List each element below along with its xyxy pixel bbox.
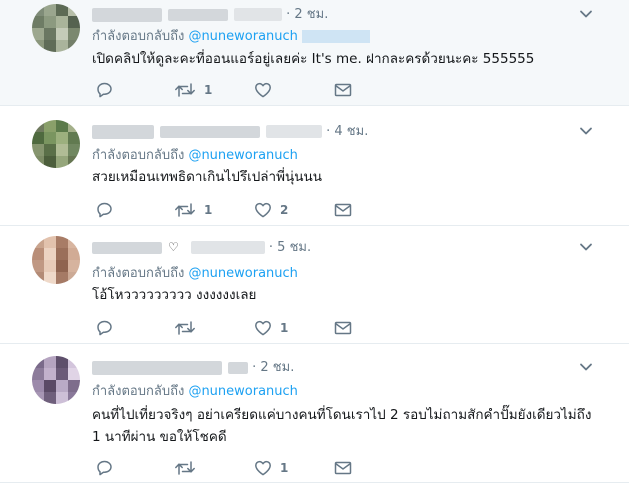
replying-to-label: กำลังตอบกลับถึง [92, 384, 185, 399]
heart-icon [254, 202, 272, 218]
heart-icon [254, 82, 272, 98]
replying-to-handle-link[interactable]: @nuneworanuch [188, 148, 297, 163]
tweet-time[interactable]: · 5 ชม. [269, 240, 311, 255]
retweet-count: 1 [204, 203, 213, 217]
direct-message-button[interactable] [334, 458, 352, 478]
retweet-button[interactable] [174, 458, 204, 478]
author-name-redacted[interactable] [92, 124, 154, 139]
tweet-time[interactable]: · 4 ชม. [326, 124, 368, 139]
envelope-icon [334, 461, 352, 475]
tweet-header: ♡ · 5 ชม. [92, 236, 311, 257]
like-count: 1 [280, 321, 289, 335]
envelope-icon [334, 203, 352, 217]
reply-button[interactable] [96, 80, 121, 100]
direct-message-button[interactable] [334, 318, 352, 338]
replying-to: กำลังตอบกลับถึง @nuneworanuch [92, 144, 298, 165]
reply-button[interactable] [96, 200, 121, 220]
reply-icon [96, 320, 113, 336]
replying-to-label: กำลังตอบกลับถึง [92, 148, 185, 163]
avatar[interactable] [32, 4, 80, 52]
author-name-redacted[interactable] [168, 8, 228, 21]
tweet-time[interactable]: · 2 ชม. [286, 7, 328, 22]
author-handle-redacted [266, 125, 322, 138]
retweet-count: 1 [204, 83, 213, 97]
retweet-button[interactable]: 1 [174, 80, 212, 100]
reply-button[interactable] [96, 458, 121, 478]
tweet-time[interactable]: · 2 ชม. [252, 360, 294, 375]
chevron-down-icon[interactable] [579, 123, 593, 137]
replying-to-label: กำลังตอบกลับถึง [92, 29, 185, 44]
author-name-redacted[interactable] [92, 360, 222, 375]
like-button[interactable]: 2 [254, 200, 288, 220]
tweet-header: · 2 ชม. [92, 3, 328, 24]
replying-to-handle-link[interactable]: @nuneworanuch [188, 384, 297, 399]
replying-to-handle-link[interactable]: @nuneworanuch [188, 29, 297, 44]
heart-emoji-icon: ♡ [168, 240, 179, 254]
replying-to: กำลังตอบกลับถึง @nuneworanuch [92, 262, 298, 283]
reply-icon [96, 82, 113, 98]
tweet[interactable]: ♡ · 5 ชม. กำลังตอบกลับถึง @nuneworanuch โอ… [0, 226, 629, 344]
reply-icon [96, 202, 113, 218]
author-name-redacted[interactable] [160, 125, 260, 138]
retweet-icon [174, 320, 196, 336]
direct-message-button[interactable] [334, 80, 352, 100]
author-handle-redacted [190, 241, 265, 254]
like-button[interactable]: 1 [254, 458, 288, 478]
reply-icon [96, 460, 113, 476]
like-count: 1 [280, 461, 289, 475]
author-name-redacted[interactable] [228, 361, 248, 374]
heart-icon [254, 460, 272, 476]
retweet-button[interactable]: 1 [174, 200, 212, 220]
tweet-text: คนที่ไปเที่ยวจริงๆ อย่าเครียดแค่บางคนที่… [92, 407, 592, 445]
replying-to: กำลังตอบกลับถึง @nuneworanuch [92, 25, 370, 46]
direct-message-button[interactable] [334, 200, 352, 220]
tweet-header: · 2 ชม. [92, 356, 294, 377]
replying-to: กำลังตอบกลับถึง @nuneworanuch [92, 380, 298, 401]
chevron-down-icon[interactable] [579, 239, 593, 253]
avatar[interactable] [32, 236, 80, 284]
author-name-redacted[interactable] [92, 7, 162, 22]
envelope-icon [334, 321, 352, 335]
reply-button[interactable] [96, 318, 121, 338]
tweet[interactable]: · 2 ชม. กำลังตอบกลับถึง @nuneworanuch คนที… [0, 344, 629, 483]
avatar[interactable] [32, 120, 80, 168]
replying-to-handle-link[interactable]: @nuneworanuch [188, 266, 297, 281]
replying-to-label: กำลังตอบกลับถึง [92, 266, 185, 281]
heart-icon [254, 320, 272, 336]
retweet-button[interactable] [174, 318, 204, 338]
author-handle-redacted [234, 8, 282, 21]
like-button[interactable] [254, 80, 280, 100]
envelope-icon [334, 83, 352, 97]
redacted-handle[interactable] [301, 30, 370, 43]
retweet-icon [174, 460, 196, 476]
tweet-text: สวยเหมือนเทพธิดาเกินไปรึเปล่าพี่นุ่นนน [92, 169, 322, 185]
avatar[interactable] [32, 356, 80, 404]
retweet-icon [174, 202, 196, 218]
chevron-down-icon[interactable] [579, 6, 593, 20]
chevron-down-icon[interactable] [579, 359, 593, 373]
tweet-text: เปิดคลิปให้ดูละคะที่ออนแอร์อยู่เลยค่ะ It… [92, 51, 535, 67]
tweet[interactable]: · 2 ชม. กำลังตอบกลับถึง @nuneworanuch เปิด… [0, 0, 629, 106]
tweet-text: โอ้โหววววววววว งงงงงงเลย [92, 287, 257, 303]
like-count: 2 [280, 203, 289, 217]
retweet-icon [174, 82, 196, 98]
tweet-header: · 4 ชม. [92, 120, 368, 141]
tweet[interactable]: · 4 ชม. กำลังตอบกลับถึง @nuneworanuch สวยเ… [0, 106, 629, 226]
author-name-redacted[interactable] [92, 241, 162, 254]
like-button[interactable]: 1 [254, 318, 288, 338]
